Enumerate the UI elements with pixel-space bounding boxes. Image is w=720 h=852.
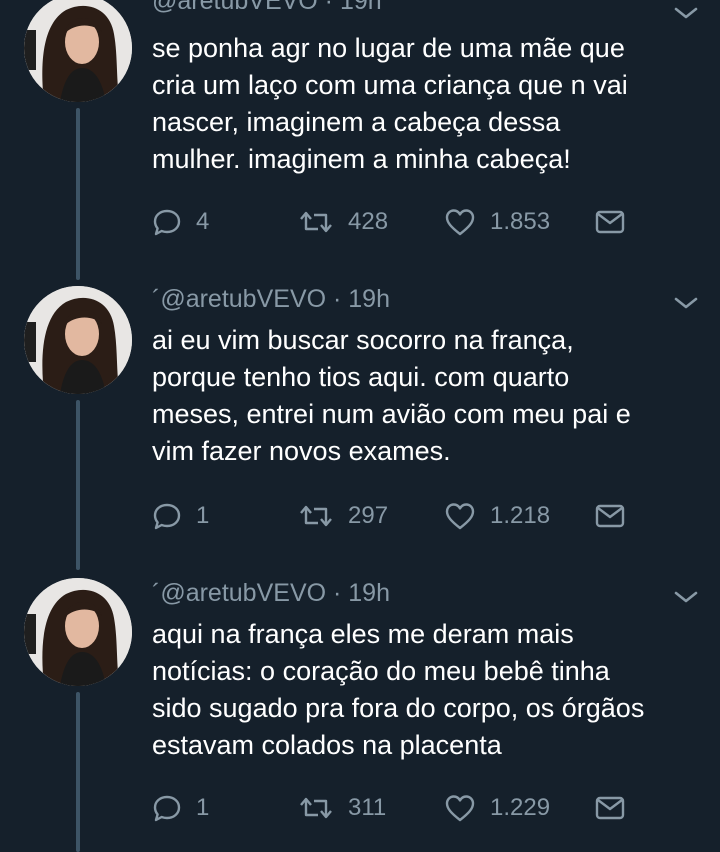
tweet-2[interactable]: ´@aretubVEVO · 19h ai eu vim buscar soco… (0, 280, 720, 570)
share-button[interactable] (594, 790, 626, 826)
tweet-actions: 4 428 1.853 (152, 204, 632, 240)
chevron-down-icon[interactable] (672, 588, 700, 606)
like-count: 1.229 (490, 794, 551, 821)
retweet-icon (300, 797, 332, 819)
retweet-count: 428 (348, 208, 389, 235)
like-button[interactable]: 1.218 (444, 498, 550, 534)
share-button[interactable] (594, 204, 626, 240)
thread-line (76, 692, 80, 852)
chevron-down-icon[interactable] (672, 294, 700, 312)
share-mail-icon (595, 796, 625, 820)
retweet-count: 297 (348, 502, 389, 529)
share-button[interactable] (594, 498, 626, 534)
reply-count: 1 (196, 794, 210, 821)
avatar[interactable] (24, 0, 132, 102)
like-count: 1.218 (490, 502, 551, 529)
reply-count: 4 (196, 208, 210, 235)
tweet-author-time[interactable]: @aretubVEVO · 19h (152, 0, 382, 16)
thread-line (76, 108, 80, 280)
chevron-down-icon[interactable] (672, 4, 700, 22)
reply-count: 1 (196, 502, 210, 529)
thread-line (76, 400, 80, 570)
reply-icon (153, 503, 181, 530)
reply-icon (153, 209, 181, 236)
tweet-3[interactable]: ´@aretubVEVO · 19h aqui na frança eles m… (0, 570, 720, 852)
heart-icon (445, 795, 475, 822)
retweet-icon (300, 211, 332, 233)
tweet-actions: 1 297 1.218 (152, 498, 632, 534)
like-button[interactable]: 1.229 (444, 790, 550, 826)
share-mail-icon (595, 210, 625, 234)
retweet-count: 311 (348, 794, 387, 821)
like-button[interactable]: 1.853 (444, 204, 550, 240)
reply-button[interactable]: 1 (152, 790, 209, 826)
share-mail-icon (595, 504, 625, 528)
reply-icon (153, 795, 181, 822)
tweet-author-time[interactable]: ´@aretubVEVO · 19h (152, 578, 390, 608)
tweet-text: ai eu vim buscar socorro na frança, porq… (152, 325, 631, 466)
retweet-button[interactable]: 297 (298, 498, 388, 534)
reply-button[interactable]: 1 (152, 498, 209, 534)
tweet-text: se ponha agr no lugar de uma mãe que cri… (152, 33, 628, 174)
tweet-text: aqui na frança eles me deram mais notíci… (152, 619, 645, 760)
retweet-button[interactable]: 311 (298, 790, 386, 826)
heart-icon (445, 209, 475, 236)
tweet-actions: 1 311 1.229 (152, 790, 632, 826)
retweet-icon (300, 505, 332, 527)
like-count: 1.853 (490, 208, 551, 235)
tweet-author-time[interactable]: ´@aretubVEVO · 19h (152, 284, 390, 314)
tweet-1[interactable]: @aretubVEVO · 19h se ponha agr no lugar … (0, 0, 720, 280)
avatar[interactable] (24, 578, 132, 686)
retweet-button[interactable]: 428 (298, 204, 388, 240)
avatar[interactable] (24, 286, 132, 394)
heart-icon (445, 503, 475, 530)
reply-button[interactable]: 4 (152, 204, 209, 240)
